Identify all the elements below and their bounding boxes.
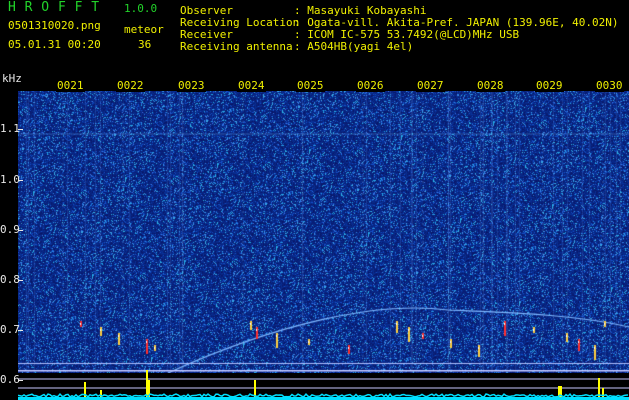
minute-label-0030: 0030	[595, 79, 624, 92]
freq-label-1-1: 1.1	[0, 122, 20, 135]
freq-tick	[18, 180, 23, 181]
antenna-label: Receiving antenna	[180, 40, 293, 53]
freq-label-1-0: 1.0	[0, 173, 20, 186]
spectrogram	[18, 91, 629, 373]
freq-tick	[18, 330, 23, 331]
frequency-unit-label: kHz	[2, 72, 22, 85]
file-name: 0501310020.png	[8, 19, 101, 32]
freq-tick	[18, 280, 23, 281]
minute-label-0026: 0026	[356, 79, 385, 92]
minute-label-0025: 0025	[296, 79, 325, 92]
freq-label-0-8: 0.8	[0, 273, 20, 286]
freq-label-0-9: 0.9	[0, 223, 20, 236]
minute-label-0023: 0023	[177, 79, 206, 92]
freq-tick	[18, 129, 23, 130]
app-title: H R O F F T	[8, 0, 100, 15]
freq-tick	[18, 380, 23, 381]
minute-label-0029: 0029	[535, 79, 564, 92]
meteor-label: meteor	[124, 23, 164, 36]
minute-label-0024: 0024	[237, 79, 266, 92]
meteor-level-bar	[598, 378, 600, 400]
freq-tick	[18, 230, 23, 231]
freq-label-0-7: 0.7	[0, 323, 20, 336]
timestamp: 05.01.31 00:20	[8, 38, 101, 51]
signal-level-strip	[18, 370, 629, 400]
minute-label-0027: 0027	[416, 79, 445, 92]
meteor-count: 36	[138, 38, 152, 51]
minute-label-0028: 0028	[476, 79, 505, 92]
freq-label-0-6: 0.6	[0, 373, 20, 386]
antenna-value: : A504HB(yagi 4el)	[294, 40, 414, 53]
noise-floor-trace	[18, 392, 629, 399]
version-label: 1.0.0	[124, 2, 158, 15]
minute-label-0022: 0022	[116, 79, 145, 92]
minute-label-0021: 0021	[56, 79, 85, 92]
